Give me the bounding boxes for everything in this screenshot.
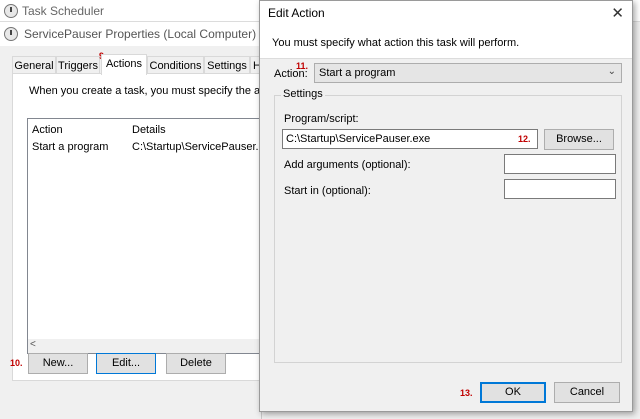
clock-icon [4, 27, 18, 41]
tab-triggers[interactable]: Triggers [56, 56, 100, 74]
edit-button[interactable]: Edit... [96, 353, 156, 374]
list-item[interactable]: Start a program C:\Startup\ServicePauser… [28, 139, 276, 155]
browse-button[interactable]: Browse... [544, 129, 614, 150]
edit-action-title: Edit Action [268, 6, 325, 20]
edit-action-titlebar: Edit Action ✕ [260, 1, 632, 25]
actions-panel: When you create a task, you must specify… [12, 73, 283, 381]
delete-button[interactable]: Delete [166, 353, 226, 374]
properties-title: ServicePauser Properties (Local Computer… [24, 27, 257, 41]
edit-action-dialog: Edit Action ✕ You must specify what acti… [259, 0, 633, 412]
cancel-button[interactable]: Cancel [554, 382, 620, 403]
step-marker-11: 11. [296, 61, 309, 71]
actions-instruction: When you create a task, you must specify… [29, 85, 284, 97]
new-button[interactable]: New... [28, 353, 88, 374]
program-script-label: Program/script: [284, 113, 359, 125]
ok-button[interactable]: OK [480, 382, 546, 403]
list-header: Action Details [28, 119, 264, 139]
dialog-instruction: You must specify what action this task w… [272, 37, 520, 49]
step-marker-13: 13. [460, 388, 473, 398]
tab-settings[interactable]: Settings [204, 56, 250, 74]
action-dropdown-value: Start a program [319, 67, 396, 79]
chevron-down-icon: ⌄ [607, 66, 616, 77]
properties-titlebar: ServicePauser Properties (Local Computer… [0, 22, 262, 46]
dialog-instruction-area: You must specify what action this task w… [260, 25, 632, 59]
actions-list[interactable]: Action Details Start a program C:\Startu… [27, 118, 276, 354]
tab-conditions[interactable]: Conditions [147, 56, 204, 74]
chevron-left-icon[interactable]: < [30, 339, 36, 350]
close-icon[interactable]: ✕ [611, 4, 624, 22]
step-marker-10: 10. [10, 358, 23, 368]
properties-tabs: General Triggers Actions Conditions Sett… [12, 54, 264, 75]
clock-icon [4, 4, 18, 18]
list-item-action: Start a program [32, 141, 109, 153]
column-header-details[interactable]: Details [132, 124, 166, 136]
add-arguments-label: Add arguments (optional): [284, 159, 411, 171]
add-arguments-field[interactable] [504, 154, 616, 174]
properties-window: ServicePauser Properties (Local Computer… [0, 22, 283, 419]
start-in-field[interactable] [504, 179, 616, 199]
step-marker-12: 12. [518, 134, 531, 144]
horizontal-scrollbar[interactable]: < [28, 339, 264, 353]
start-in-label: Start in (optional): [284, 185, 371, 197]
list-item-details: C:\Startup\ServicePauser.exe [132, 141, 277, 153]
action-dropdown[interactable]: Start a program ⌄ [314, 63, 622, 83]
settings-group-title: Settings [281, 88, 325, 100]
tab-general[interactable]: General [12, 56, 56, 74]
column-header-action[interactable]: Action [32, 124, 63, 136]
tab-actions[interactable]: Actions [101, 54, 147, 75]
program-script-field[interactable]: C:\Startup\ServicePauser.exe [282, 129, 538, 149]
task-scheduler-title: Task Scheduler [22, 4, 105, 18]
